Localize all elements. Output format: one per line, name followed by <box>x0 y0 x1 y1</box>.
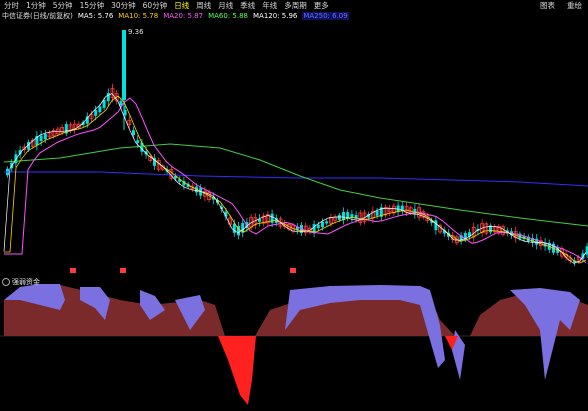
bullish-area <box>175 295 205 330</box>
signal-marker <box>70 268 76 273</box>
candle-body <box>375 210 379 216</box>
candle-body <box>94 110 98 116</box>
candle-body <box>325 221 329 224</box>
candle-body <box>342 212 345 220</box>
candle-body <box>316 224 320 229</box>
candle-body <box>39 135 43 142</box>
candle-body <box>321 221 324 228</box>
signal-marker <box>290 268 296 273</box>
candle-body <box>98 106 102 113</box>
signal-marker <box>120 268 126 273</box>
candle-body <box>136 140 140 143</box>
settings-icon[interactable] <box>2 278 10 286</box>
candle-body <box>270 213 274 223</box>
price-annotation: 9.36 <box>128 28 144 36</box>
subchart-title: 强弱资金 <box>12 278 40 286</box>
candle-body <box>106 93 110 102</box>
bullish-area <box>4 284 65 310</box>
bullish-area <box>510 288 580 380</box>
candle-body <box>337 214 341 220</box>
candle-body <box>434 220 438 231</box>
spike-candle-body <box>122 30 126 100</box>
candle-body <box>85 116 89 124</box>
subchart-header: 强弱资金 <box>2 277 40 287</box>
bullish-area <box>140 290 165 320</box>
bullish-area <box>452 330 465 380</box>
negative-spike <box>445 336 458 350</box>
ma120-line <box>3 143 588 227</box>
bullish-area <box>285 285 445 368</box>
candles <box>6 30 588 266</box>
candle-body <box>132 130 135 136</box>
negative-spike <box>218 336 256 405</box>
candlestick-chart[interactable] <box>0 0 588 276</box>
candle-body <box>43 133 47 140</box>
bullish-area <box>80 287 110 320</box>
bearish-area <box>4 285 588 336</box>
